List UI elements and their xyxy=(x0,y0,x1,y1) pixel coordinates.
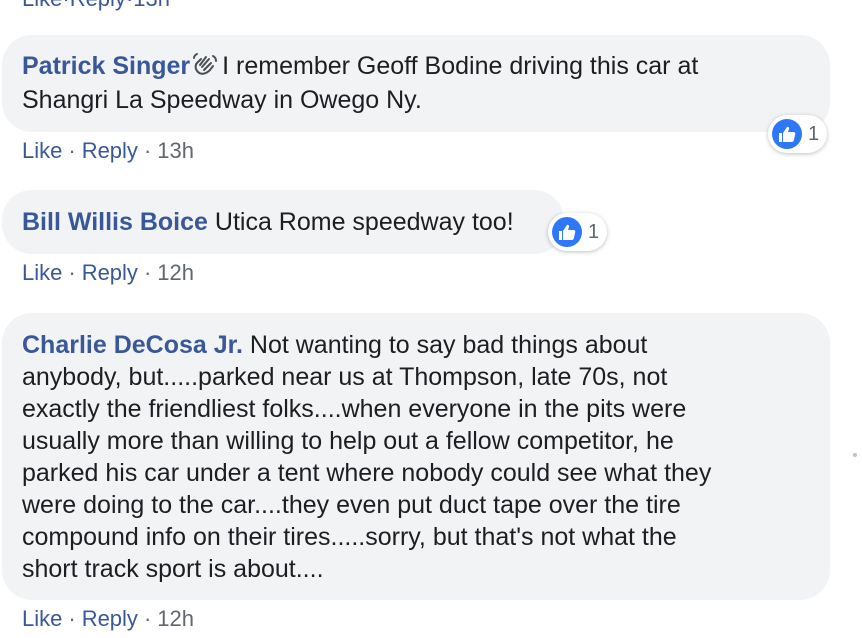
comment-actions: Like · Reply · 12h xyxy=(22,260,194,285)
reply-link[interactable]: Reply xyxy=(70,0,126,11)
previous-comment-actions: Like·Reply·13h xyxy=(22,0,170,12)
like-link[interactable]: Like xyxy=(22,0,62,11)
waving-hand-icon xyxy=(192,52,218,84)
timestamp[interactable]: 12h xyxy=(157,606,194,631)
reaction-count[interactable]: 1 xyxy=(548,213,608,251)
reply-link[interactable]: Reply xyxy=(82,138,138,163)
scroll-indicator xyxy=(853,453,857,457)
reaction-count[interactable]: 1 xyxy=(768,115,828,153)
comment-author[interactable]: Charlie DeCosa Jr. xyxy=(22,331,243,359)
timestamp[interactable]: 13h xyxy=(157,138,194,163)
reply-link[interactable]: Reply xyxy=(82,606,138,631)
comment-author[interactable]: Bill Willis Boice xyxy=(22,208,208,236)
thumbs-up-icon xyxy=(772,119,802,149)
like-link[interactable]: Like xyxy=(22,606,62,631)
comment-bubble: Bill Willis Boice Utica Rome speedway to… xyxy=(2,190,564,254)
comment-actions: Like · Reply · 13h xyxy=(22,138,194,163)
comment-actions: Like · Reply · 12h xyxy=(22,606,194,631)
comment-bubble: Charlie DeCosa Jr. Not wanting to say ba… xyxy=(2,313,830,600)
timestamp[interactable]: 12h xyxy=(157,260,194,285)
thumbs-up-icon xyxy=(552,217,582,247)
timestamp[interactable]: 13h xyxy=(133,0,170,11)
like-link[interactable]: Like xyxy=(22,260,62,285)
like-link[interactable]: Like xyxy=(22,138,62,163)
comment-author[interactable]: Patrick Singer xyxy=(22,52,190,80)
reply-link[interactable]: Reply xyxy=(82,260,138,285)
comment-bubble: Patrick Singer I remember Geoff Bodine dr… xyxy=(2,35,830,132)
